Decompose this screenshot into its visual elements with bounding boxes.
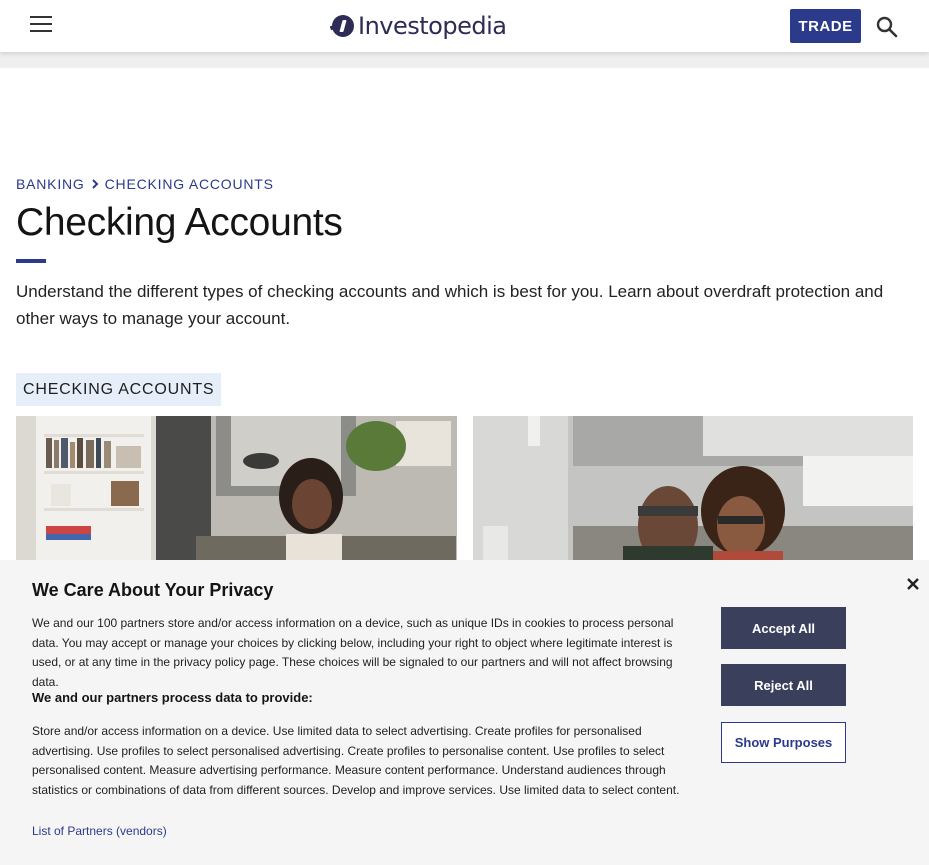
privacy-body: We and our 100 partners store and/or acc… (32, 616, 674, 689)
search-icon[interactable] (876, 16, 898, 38)
breadcrumb-banking[interactable]: BANKING (16, 176, 85, 192)
breadcrumb: BANKING CHECKING ACCOUNTS (16, 176, 274, 192)
section-tag[interactable]: CHECKING ACCOUNTS (16, 373, 222, 406)
privacy-purposes: Store and/or access information on a dev… (32, 724, 680, 797)
privacy-subhead: We and our partners process data to prov… (32, 690, 313, 705)
privacy-consent-panel: We Care About Your Privacy We and our 10… (0, 560, 929, 865)
page-title: Checking Accounts (16, 201, 343, 244)
partners-list-link[interactable]: List of Partners (vendors) (32, 824, 167, 838)
article-card-image[interactable] (16, 416, 457, 566)
close-icon[interactable] (905, 576, 921, 592)
show-purposes-button[interactable]: Show Purposes (721, 722, 846, 763)
page-intro: Understand the different types of checki… (16, 282, 884, 328)
reject-all-button[interactable]: Reject All (721, 664, 846, 706)
trade-button[interactable]: TRADE (790, 9, 861, 43)
privacy-title: We Care About Your Privacy (32, 580, 274, 600)
site-header: Investopedia TRADE (0, 0, 929, 52)
logo-text: Investopedia (358, 12, 507, 40)
hamburger-menu-icon[interactable] (30, 16, 54, 36)
logo-mark-icon (332, 15, 354, 37)
ad-band (0, 52, 929, 68)
chevron-right-icon (91, 176, 99, 192)
article-card-image[interactable] (473, 416, 913, 566)
title-underline (16, 259, 46, 263)
breadcrumb-checking-accounts[interactable]: CHECKING ACCOUNTS (105, 176, 274, 192)
accept-all-button[interactable]: Accept All (721, 607, 846, 649)
site-logo[interactable]: Investopedia (332, 11, 507, 41)
